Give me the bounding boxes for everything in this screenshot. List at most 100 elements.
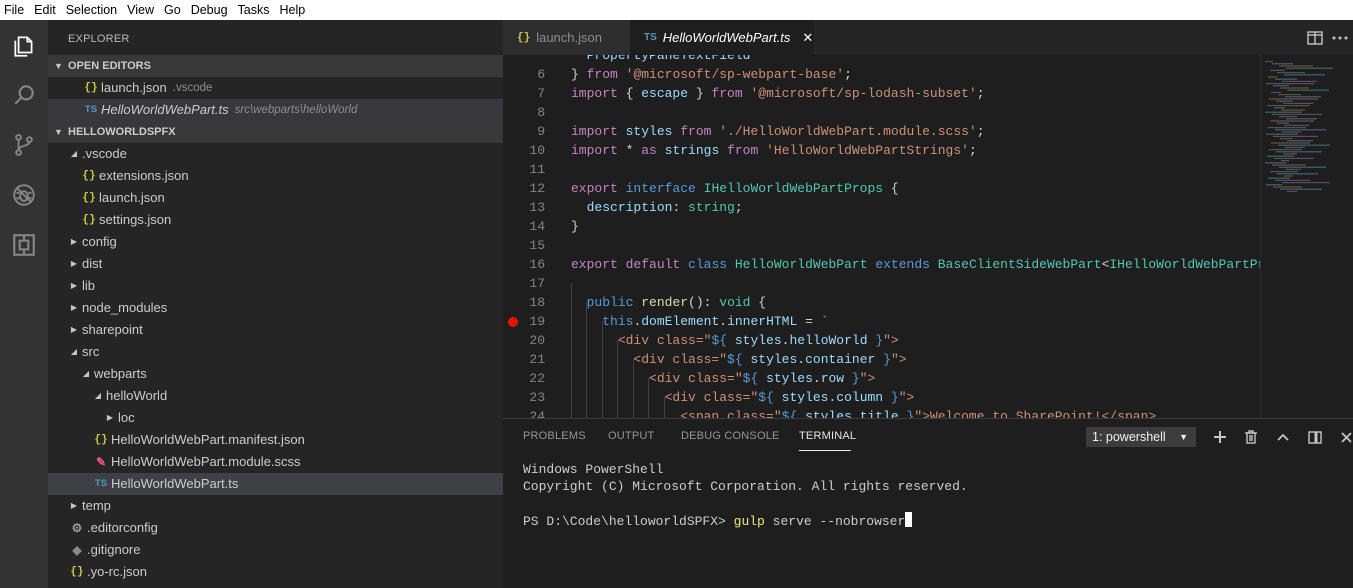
menu-go[interactable]: Go [159, 0, 186, 20]
open-editor-item[interactable]: TS HelloWorldWebPart.ts src\webparts\hello… [48, 99, 503, 121]
tree-item[interactable]: ✎ HelloWorldWebPart.module.scss [48, 451, 503, 473]
new-terminal-button[interactable] [1211, 428, 1229, 446]
debug-icon[interactable] [8, 179, 40, 211]
minimap[interactable] [1260, 55, 1353, 418]
code-token: ; [976, 124, 985, 139]
minimap-line [1267, 155, 1294, 157]
menu-view[interactable]: View [122, 0, 159, 20]
open-editors-header[interactable]: ▼ OPEN EDITORS [48, 55, 503, 77]
tree-item[interactable]: ◢ src [48, 341, 503, 363]
close-icon[interactable]: ✕ [802, 30, 813, 46]
extensions-icon[interactable] [8, 229, 40, 261]
chevron-right-icon[interactable]: ▶ [68, 275, 80, 297]
tree-item-label: dist [82, 256, 103, 271]
tree-item[interactable]: ▶ sharepoint [48, 319, 503, 341]
minimap-line [1282, 80, 1317, 82]
terminal-command-args: serve --nobrowser [764, 514, 906, 529]
tab-helloworldwebpart-ts[interactable]: TS HelloWorldWebPart.ts ✕ [630, 20, 814, 55]
kill-terminal-button[interactable] [1242, 428, 1260, 446]
chevron-down-icon[interactable]: ◢ [68, 341, 80, 363]
tab-terminal[interactable]: TERMINAL [799, 430, 856, 442]
tab-output[interactable]: OUTPUT [608, 430, 654, 442]
tree-item[interactable]: ◢ .vscode [48, 143, 503, 165]
tree-item[interactable]: {} extensions.json [48, 165, 503, 187]
tree-item-label: .editorconfig [87, 520, 158, 535]
minimap-line [1273, 186, 1302, 188]
tree-item[interactable]: ▶ lib [48, 275, 503, 297]
tree-item-label: .gitignore [87, 542, 141, 557]
tree-item[interactable]: {} settings.json [48, 209, 503, 231]
code-token: class [688, 257, 728, 272]
source-control-icon[interactable] [8, 129, 40, 161]
tree-item[interactable]: ▶ loc [48, 407, 503, 429]
line-number: 18 [529, 295, 545, 310]
tree-item[interactable]: ◆ .gitignore [48, 539, 503, 561]
tab-problems[interactable]: PROBLEMS [523, 430, 586, 442]
code-token: { [883, 181, 899, 196]
activity-bar [0, 20, 48, 588]
code-token: } [688, 86, 712, 101]
chevron-right-icon[interactable]: ▶ [104, 407, 116, 429]
minimap-line [1286, 67, 1333, 69]
tree-item[interactable]: {} .yo-rc.json [48, 561, 503, 583]
tree-item[interactable]: {} launch.json [48, 187, 503, 209]
menu-selection[interactable]: Selection [61, 0, 122, 20]
tree-item[interactable]: ▶ dist [48, 253, 503, 275]
tree-item[interactable]: ◢ webparts [48, 363, 503, 385]
line-number: 8 [537, 105, 545, 120]
tree-item[interactable]: ▶ temp [48, 495, 503, 517]
toggle-panel-position-button[interactable] [1306, 428, 1324, 446]
code-token: ${ [758, 390, 774, 405]
minimap-line [1284, 124, 1309, 126]
code-token: import [571, 143, 618, 158]
chevron-down-icon[interactable]: ◢ [92, 385, 104, 407]
chevron-right-icon[interactable]: ▶ [68, 297, 80, 319]
tree-item[interactable]: TS HelloWorldWebPart.ts [48, 473, 503, 495]
chevron-right-icon[interactable]: ▶ [68, 495, 80, 517]
line-text: import { escape } from '@microsoft/sp-lo… [571, 84, 985, 103]
split-editor-icon[interactable] [1306, 29, 1324, 47]
more-actions-icon[interactable] [1331, 29, 1349, 47]
chevron-right-icon[interactable]: ▶ [68, 319, 80, 341]
menu-help[interactable]: Help [275, 0, 311, 20]
chevron-down-icon[interactable]: ◢ [80, 363, 92, 385]
tree-item[interactable]: ▶ config [48, 231, 503, 253]
chevron-right-icon[interactable]: ▶ [68, 253, 80, 275]
json-icon: {} [517, 31, 531, 44]
code-token: import [571, 86, 618, 101]
tree-item-label: temp [82, 498, 111, 513]
tab-launch-json[interactable]: {} launch.json [503, 20, 630, 55]
maximize-panel-button[interactable] [1274, 428, 1292, 446]
close-panel-button[interactable] [1337, 428, 1353, 446]
menu-edit[interactable]: Edit [29, 0, 61, 20]
menu-file[interactable]: File [0, 0, 29, 20]
menu-tasks[interactable]: Tasks [233, 0, 275, 20]
line-text: this.domElement.innerHTML = ` [571, 312, 828, 331]
terminal-prompt-line[interactable]: PS D:\Code\helloworldSPFX> gulp serve --… [523, 512, 913, 530]
minimap-line [1287, 140, 1313, 142]
tree-item[interactable]: ◢ helloWorld [48, 385, 503, 407]
project-header[interactable]: ▼ HELLOWORLDSPFX [48, 121, 503, 143]
terminal-select[interactable]: 1: powershell ▼ [1086, 427, 1196, 447]
tab-debug-console[interactable]: DEBUG CONSOLE [681, 430, 780, 442]
open-editor-item[interactable]: {} launch.json .vscode [48, 77, 503, 99]
code-editor[interactable]: PropertyPaneTextField 6} from '@microsoft… [503, 55, 1260, 418]
search-icon[interactable] [8, 79, 40, 111]
line-text: import * as strings from 'HelloWorldWebP… [571, 141, 977, 160]
code-line: 22 <div class="${ styles.row }"> [503, 369, 1260, 388]
tree-item[interactable]: ⚙ .editorconfig [48, 517, 503, 539]
minimap-line [1272, 63, 1293, 65]
tree-item[interactable]: {} HelloWorldWebPart.manifest.json [48, 429, 503, 451]
chevron-down-icon[interactable]: ◢ [68, 143, 80, 165]
chevron-right-icon[interactable]: ▶ [68, 231, 80, 253]
tree-item-label: helloWorld [106, 388, 168, 403]
typescript-icon: TS [84, 104, 98, 115]
line-text: <div class="${ styles.row }"> [571, 369, 875, 388]
code-token: * [617, 143, 642, 158]
tree-item[interactable]: ▶ node_modules [48, 297, 503, 319]
explorer-icon[interactable] [8, 30, 40, 62]
menu-debug[interactable]: Debug [186, 0, 233, 20]
